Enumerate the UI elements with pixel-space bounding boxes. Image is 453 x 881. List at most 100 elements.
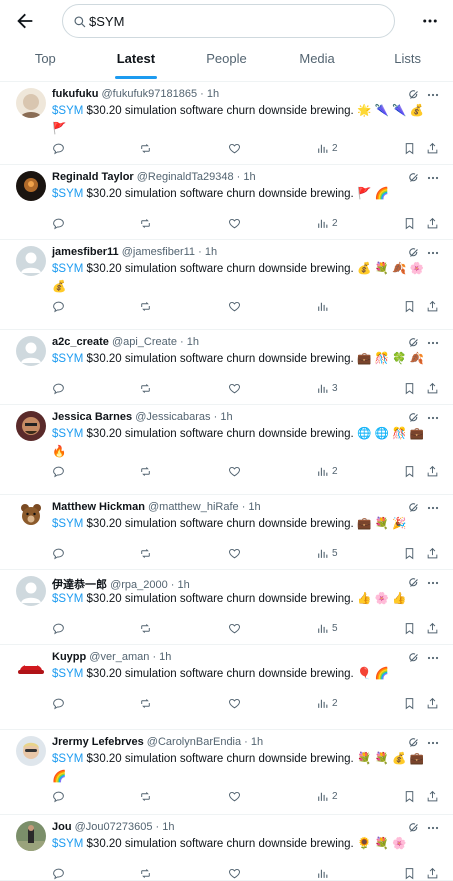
reply-button[interactable] — [52, 140, 65, 156]
timestamp[interactable]: 1h — [205, 246, 217, 258]
tab-media[interactable]: Media — [272, 42, 363, 82]
user-handle[interactable]: @Jou07273605 — [75, 821, 153, 833]
views-button[interactable]: 5 — [316, 620, 338, 636]
avatar[interactable] — [16, 171, 46, 201]
retweet-button[interactable] — [139, 380, 152, 396]
timestamp[interactable]: 1h — [159, 651, 171, 663]
tweet[interactable]: Jou @Jou07273605 · 1h $SYM $30.20 simulat… — [0, 815, 453, 881]
user-handle[interactable]: @jamesfiber11 — [122, 246, 195, 258]
grok-icon[interactable] — [408, 651, 420, 663]
cashtag-link[interactable]: $SYM — [52, 668, 83, 680]
cashtag-link[interactable]: $SYM — [52, 353, 83, 365]
avatar[interactable] — [16, 651, 46, 681]
cashtag-link[interactable]: $SYM — [52, 838, 83, 850]
bookmark-button[interactable] — [403, 298, 416, 314]
tweet[interactable]: fukufuku @fukufuk97181865 · 1h $SYM $30.2… — [0, 82, 453, 165]
like-button[interactable] — [228, 140, 241, 156]
tweet-more-icon[interactable] — [427, 501, 439, 513]
bookmark-button[interactable] — [403, 463, 416, 479]
like-button[interactable] — [228, 215, 241, 231]
retweet-button[interactable] — [139, 695, 152, 711]
avatar[interactable] — [16, 336, 46, 366]
display-name[interactable]: fukufuku — [52, 88, 98, 100]
bookmark-button[interactable] — [403, 140, 416, 156]
reply-button[interactable] — [52, 545, 65, 561]
tweet-more-icon[interactable] — [427, 736, 439, 748]
avatar[interactable] — [16, 501, 46, 531]
avatar[interactable] — [16, 576, 46, 606]
tweet[interactable]: Reginald Taylor @ReginaldTa29348 · 1h $SY… — [0, 165, 453, 240]
bookmark-button[interactable] — [403, 545, 416, 561]
retweet-button[interactable] — [139, 140, 152, 156]
avatar[interactable] — [16, 411, 46, 441]
share-button[interactable] — [426, 788, 439, 804]
tweet[interactable]: 伊達恭一郎 @rpa_2000 · 1h $SYM $30.20 simulati… — [0, 570, 453, 645]
grok-icon[interactable] — [408, 171, 420, 183]
timestamp[interactable]: 1h — [187, 336, 199, 348]
tab-lists[interactable]: Lists — [362, 42, 453, 82]
reply-button[interactable] — [52, 463, 65, 479]
grok-icon[interactable] — [408, 821, 420, 833]
tweet-more-icon[interactable] — [427, 576, 439, 588]
tweet-more-icon[interactable] — [427, 171, 439, 183]
share-button[interactable] — [426, 545, 439, 561]
reply-button[interactable] — [52, 865, 65, 881]
display-name[interactable]: Matthew Hickman — [52, 501, 145, 513]
reply-button[interactable] — [52, 788, 65, 804]
tweet-more-icon[interactable] — [427, 88, 439, 100]
reply-button[interactable] — [52, 620, 65, 636]
tweet-more-icon[interactable] — [427, 821, 439, 833]
tweet[interactable]: Jessica Barnes @Jessicabaras · 1h $SYM $3… — [0, 405, 453, 495]
cashtag-link[interactable]: $SYM — [52, 428, 83, 440]
display-name[interactable]: Jessica Barnes — [52, 411, 132, 423]
display-name[interactable]: jamesfiber11 — [52, 246, 119, 258]
grok-icon[interactable] — [408, 576, 420, 588]
cashtag-link[interactable]: $SYM — [52, 105, 83, 117]
like-button[interactable] — [228, 298, 241, 314]
bookmark-button[interactable] — [403, 215, 416, 231]
share-button[interactable] — [426, 695, 439, 711]
share-button[interactable] — [426, 620, 439, 636]
bookmark-button[interactable] — [403, 380, 416, 396]
cashtag-link[interactable]: $SYM — [52, 593, 83, 605]
share-button[interactable] — [426, 865, 439, 881]
display-name[interactable]: a2c_create — [52, 336, 109, 348]
grok-icon[interactable] — [408, 736, 420, 748]
avatar[interactable] — [16, 88, 46, 118]
display-name[interactable]: Jou — [52, 821, 72, 833]
views-button[interactable]: 2 — [316, 788, 338, 804]
retweet-button[interactable] — [139, 463, 152, 479]
back-arrow-icon[interactable] — [14, 10, 36, 32]
tweet[interactable]: jamesfiber11 @jamesfiber11 · 1h $SYM $30.… — [0, 240, 453, 330]
user-handle[interactable]: @matthew_hiRafe — [148, 501, 239, 513]
grok-icon[interactable] — [408, 501, 420, 513]
tweet-more-icon[interactable] — [427, 246, 439, 258]
tab-latest[interactable]: Latest — [91, 42, 182, 82]
more-options-icon[interactable] — [421, 12, 439, 30]
timestamp[interactable]: 1h — [220, 411, 232, 423]
tab-top[interactable]: Top — [0, 42, 91, 82]
tweet[interactable]: Jrermy Lefebrves @CarolynBarEndia · 1h $S… — [0, 730, 453, 815]
user-handle[interactable]: @ver_aman — [89, 651, 149, 663]
retweet-button[interactable] — [139, 545, 152, 561]
share-button[interactable] — [426, 463, 439, 479]
like-button[interactable] — [228, 380, 241, 396]
bookmark-button[interactable] — [403, 620, 416, 636]
share-button[interactable] — [426, 140, 439, 156]
share-button[interactable] — [426, 215, 439, 231]
tweet-more-icon[interactable] — [427, 651, 439, 663]
like-button[interactable] — [228, 695, 241, 711]
retweet-button[interactable] — [139, 620, 152, 636]
share-button[interactable] — [426, 380, 439, 396]
avatar[interactable] — [16, 736, 46, 766]
display-name[interactable]: Reginald Taylor — [52, 171, 134, 183]
user-handle[interactable]: @Jessicabaras — [135, 411, 210, 423]
cashtag-link[interactable]: $SYM — [52, 188, 83, 200]
timestamp[interactable]: 1h — [248, 501, 260, 513]
timestamp[interactable]: 1h — [251, 736, 263, 748]
reply-button[interactable] — [52, 298, 65, 314]
retweet-button[interactable] — [139, 865, 152, 881]
views-button[interactable]: 5 — [316, 545, 338, 561]
tab-people[interactable]: People — [181, 42, 272, 82]
share-button[interactable] — [426, 298, 439, 314]
